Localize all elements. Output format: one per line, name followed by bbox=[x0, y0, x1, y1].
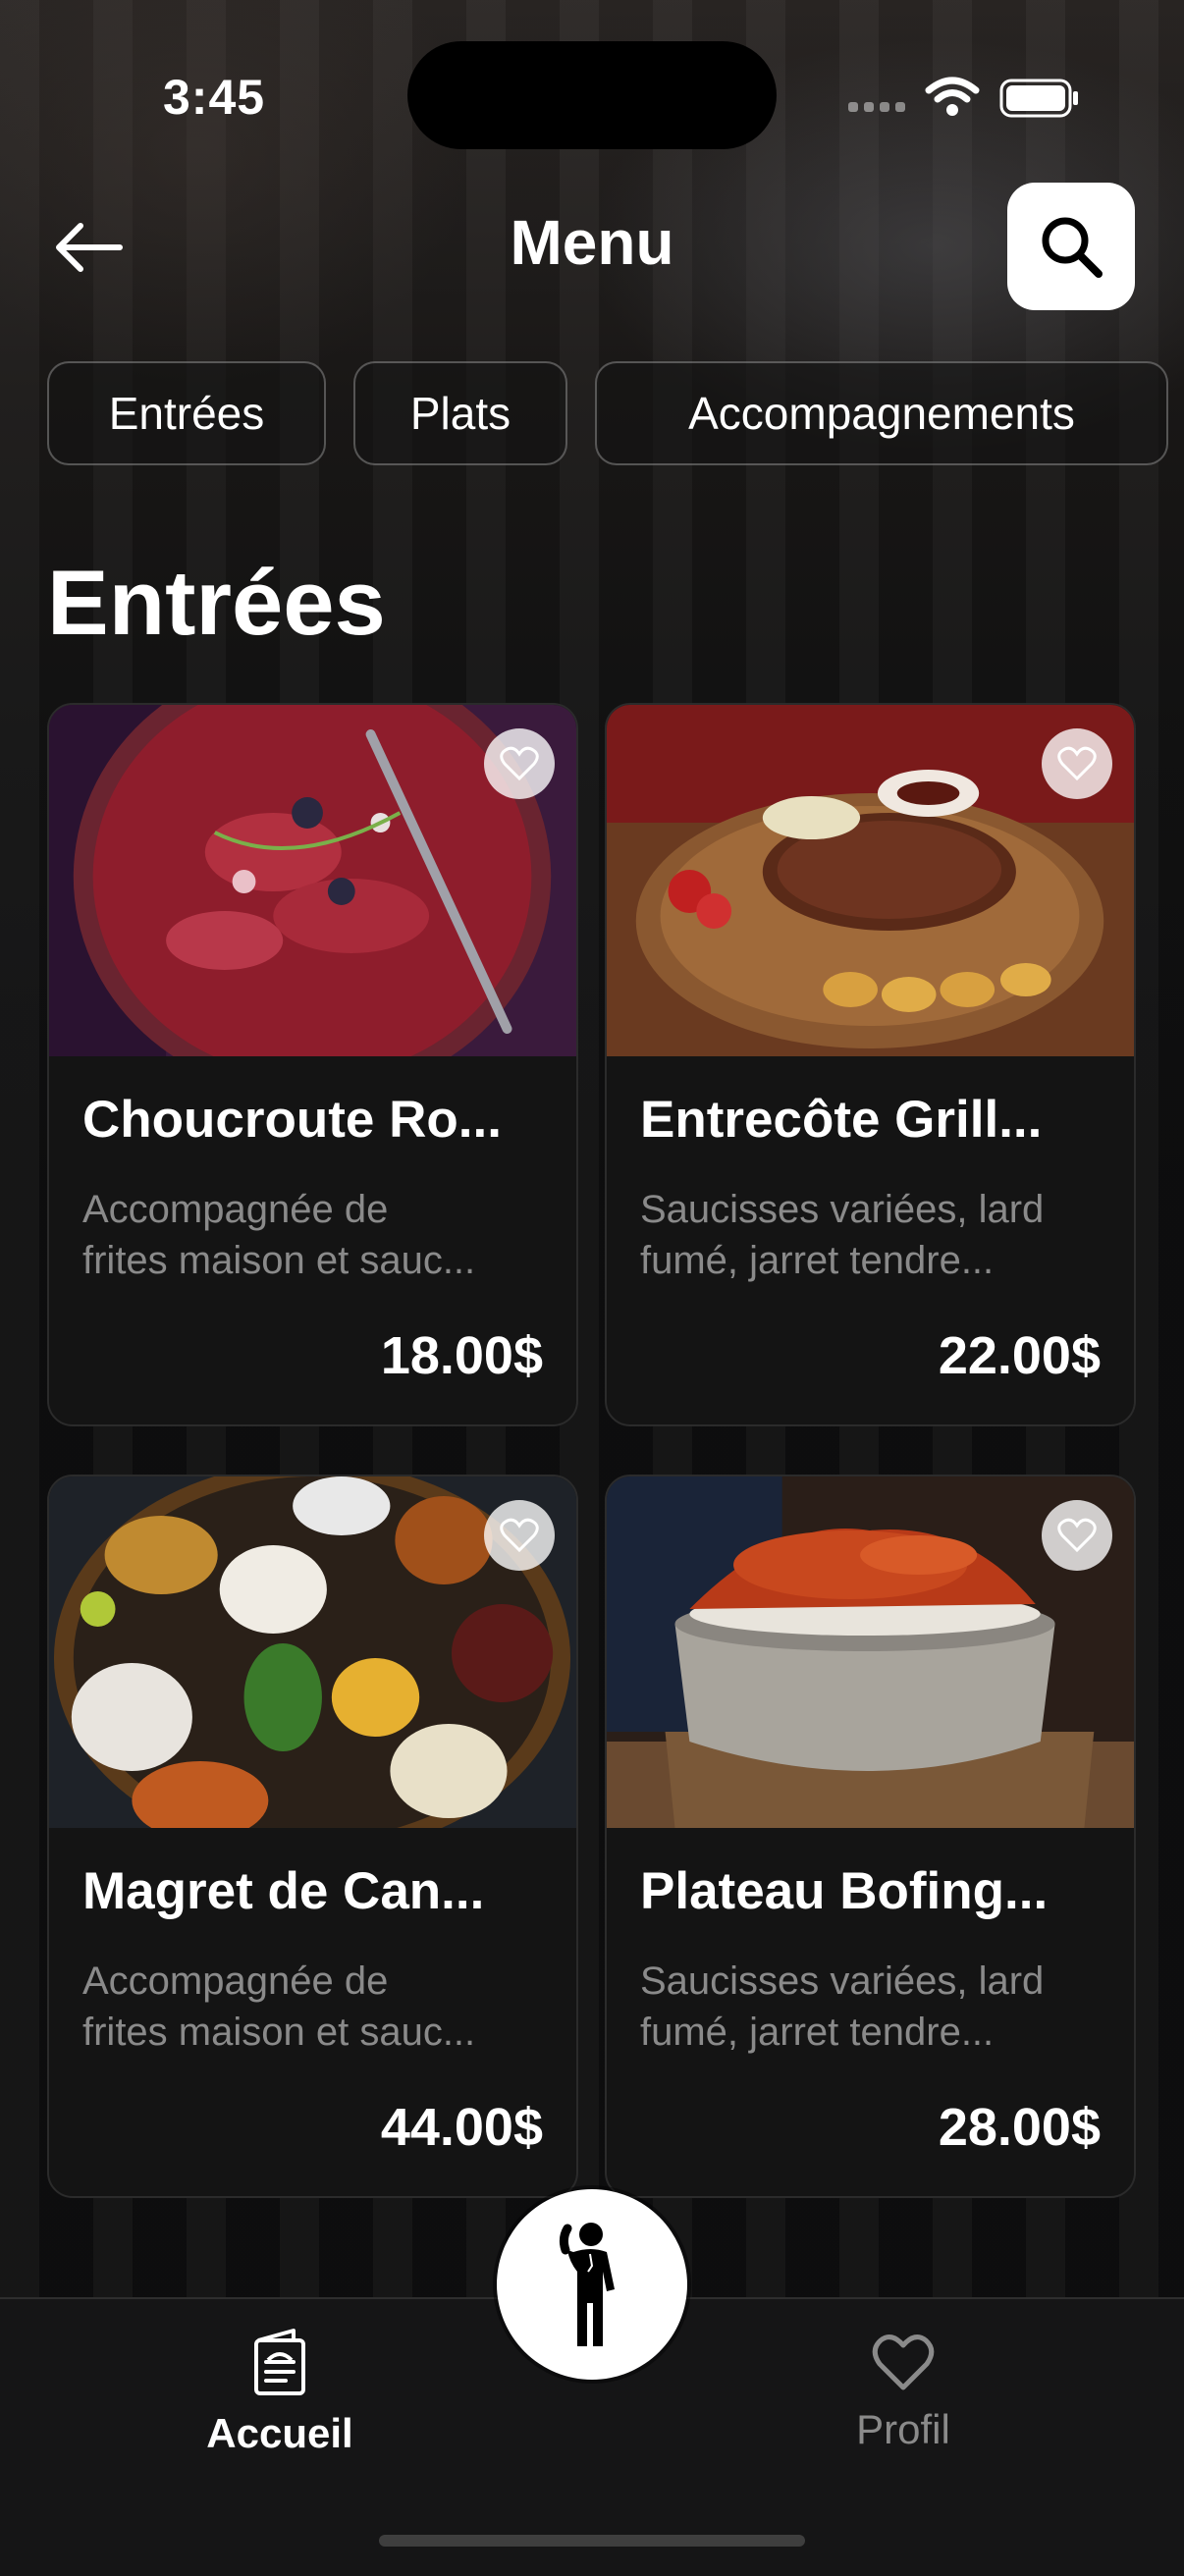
item-description-line: Saucisses variées, lard bbox=[640, 1188, 1045, 1231]
search-icon bbox=[1042, 217, 1103, 278]
status-time: 3:45 bbox=[163, 70, 266, 125]
item-description-line: fumé, jarret tendre... bbox=[640, 2011, 995, 2054]
item-description-line: fumé, jarret tendre... bbox=[640, 1239, 995, 1282]
menu-item-card[interactable]: Plateau Bofing... Saucisses variées, lar… bbox=[605, 1475, 1136, 2198]
waiter-icon bbox=[559, 2223, 615, 2346]
battery-icon bbox=[999, 79, 1078, 118]
category-chip-accompagnements[interactable]: Accompagnements bbox=[595, 361, 1168, 465]
item-description: Saucisses variées, lard fumé, jarret ten… bbox=[640, 1956, 1102, 2058]
heart-icon bbox=[500, 746, 539, 781]
item-name: Magret de Can... bbox=[82, 1862, 485, 1920]
nav-item-accueil[interactable]: Accueil bbox=[152, 2327, 407, 2457]
heart-icon bbox=[1057, 1518, 1097, 1553]
home-indicator[interactable] bbox=[379, 2535, 805, 2547]
menu-item-card[interactable]: Entrecôte Grill... Saucisses variées, la… bbox=[605, 703, 1136, 1426]
item-description-line: frites maison et sauc... bbox=[82, 2011, 476, 2054]
nav-label-accueil: Accueil bbox=[206, 2410, 353, 2456]
category-chip-entrees[interactable]: Entrées bbox=[47, 361, 326, 465]
heart-icon bbox=[1057, 746, 1097, 781]
search-button[interactable] bbox=[1007, 183, 1135, 310]
call-waiter-button[interactable] bbox=[497, 2189, 687, 2380]
favorite-button[interactable] bbox=[484, 1500, 555, 1571]
item-description: Accompagnée de frites maison et sauc... bbox=[82, 1184, 544, 1286]
heart-icon bbox=[872, 2334, 935, 2390]
favorite-button[interactable] bbox=[1042, 1500, 1112, 1571]
item-description: Accompagnée de frites maison et sauc... bbox=[82, 1956, 544, 2058]
heart-icon bbox=[500, 1518, 539, 1553]
item-price: 18.00$ bbox=[380, 1326, 543, 1385]
favorite-button[interactable] bbox=[484, 728, 555, 799]
item-name: Entrecôte Grill... bbox=[640, 1091, 1043, 1149]
item-name: Plateau Bofing... bbox=[640, 1862, 1049, 1920]
item-price: 28.00$ bbox=[938, 2098, 1101, 2157]
item-name: Choucroute Ro... bbox=[82, 1091, 502, 1149]
item-description: Saucisses variées, lard fumé, jarret ten… bbox=[640, 1184, 1102, 1286]
cellular-signal-icon bbox=[848, 102, 905, 114]
menu-item-card[interactable]: Choucroute Ro... Accompagnée de frites m… bbox=[47, 703, 578, 1426]
item-description-line: Accompagnée de bbox=[82, 1188, 389, 1231]
menu-book-icon bbox=[254, 2329, 305, 2395]
wifi-icon bbox=[925, 77, 980, 116]
menu-item-card[interactable]: Magret de Can... Accompagnée de frites m… bbox=[47, 1475, 578, 2198]
section-title: Entrées bbox=[47, 551, 386, 654]
item-price: 44.00$ bbox=[380, 2098, 543, 2157]
nav-item-profil[interactable]: Profil bbox=[776, 2327, 1031, 2453]
item-description-line: Accompagnée de bbox=[82, 1959, 389, 2003]
item-description-line: frites maison et sauc... bbox=[82, 1239, 476, 1282]
item-description-line: Saucisses variées, lard bbox=[640, 1959, 1045, 2003]
nav-label-profil: Profil bbox=[856, 2406, 950, 2452]
favorite-button[interactable] bbox=[1042, 728, 1112, 799]
category-chip-plats[interactable]: Plats bbox=[353, 361, 567, 465]
item-price: 22.00$ bbox=[938, 1326, 1101, 1385]
dynamic-island bbox=[407, 41, 777, 149]
